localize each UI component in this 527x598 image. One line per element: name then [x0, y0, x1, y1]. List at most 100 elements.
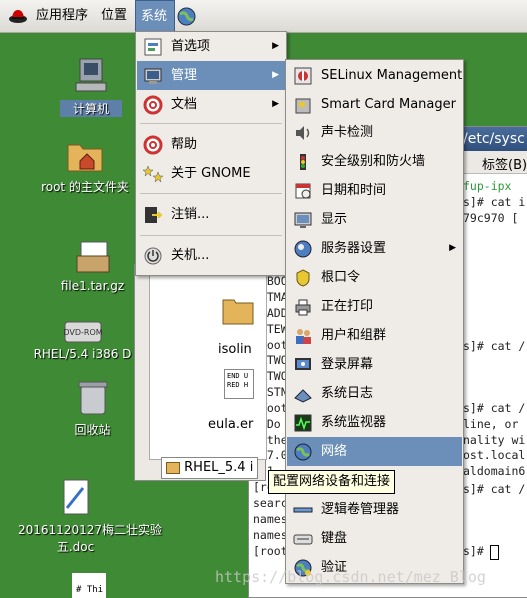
- menu-item-about-gnome[interactable]: 关于 GNOME: [137, 159, 285, 188]
- file-label[interactable]: eula.er: [208, 417, 253, 432]
- trash-icon: [78, 381, 107, 415]
- menu-item-label: 安全级别和防火墙: [321, 154, 426, 169]
- network-icon: [294, 443, 312, 461]
- menu-item-selinux[interactable]: SELinux Management: [287, 61, 462, 90]
- menu-item-display[interactable]: 显示: [287, 205, 462, 234]
- menu-item-help[interactable]: 帮助: [137, 130, 285, 159]
- firewall-icon: [300, 154, 306, 170]
- desktop-label: 20161120127梅二壮实验: [18, 523, 162, 537]
- desktop-icon-textfile[interactable]: # Thi: [72, 573, 106, 598]
- menu-item-label: 网络: [321, 444, 348, 459]
- menu-item-label: 用户和组群: [321, 328, 387, 343]
- menu-item-label: 逻辑卷管理器: [321, 502, 400, 517]
- menu-item-label: 关机...: [171, 248, 210, 263]
- desktop-icon-archive[interactable]: file1.tar.gz: [55, 238, 130, 293]
- web-browser-icon[interactable]: [177, 7, 196, 26]
- terminal-line: nality wi: [463, 433, 526, 447]
- menu-applications[interactable]: 应用程序: [31, 0, 93, 32]
- terminal-line: names: [253, 528, 288, 542]
- menu-item-system-log[interactable]: 系统日志: [287, 379, 462, 408]
- menu-item-label: 帮助: [171, 137, 198, 152]
- menu-item-lvm[interactable]: 逻辑卷管理器: [287, 495, 462, 524]
- desktop-icon-document[interactable]: 20161120127梅二壮实验 五.doc: [18, 478, 162, 555]
- system-menu: 首选项 ▶ 管理 ▶ 文档 ▶ 帮助 关于 GNOME 注销... 关机...: [135, 31, 287, 276]
- menu-separator: [140, 235, 282, 236]
- desktop-label: 五.doc: [56, 540, 95, 554]
- desktop-icon-dvd[interactable]: DVD-ROM RHEL/5.4 i386 D: [30, 320, 135, 361]
- menu-item-label: 关于 GNOME: [171, 166, 251, 181]
- menu-item-printing[interactable]: 正在打印: [287, 292, 462, 321]
- menu-item-label: 日期和时间: [321, 183, 387, 198]
- document-icon: [63, 479, 88, 515]
- desktop-label: 计算机: [60, 100, 122, 117]
- terminal-line: aldomain6: [463, 464, 526, 478]
- terminal-line: s]# cat i: [463, 195, 526, 209]
- menu-item-root-password[interactable]: 根口令: [287, 263, 462, 292]
- desktop-icon-computer[interactable]: 计算机: [60, 55, 122, 117]
- menu-item-documentation[interactable]: 文档 ▶: [137, 90, 285, 119]
- system-monitor-icon: [294, 414, 312, 432]
- eula-preview-line: RED H: [227, 381, 249, 389]
- file-manager-window[interactable]: isolin END U RED H eula.er RHEL_5.4 i: [134, 264, 267, 481]
- menu-item-preferences[interactable]: 首选项 ▶: [137, 32, 285, 61]
- terminal-line: fup-ipx: [463, 179, 512, 193]
- home-folder-icon: [67, 144, 103, 172]
- menu-item-label: 登录屏幕: [321, 357, 374, 372]
- menu-separator: [140, 193, 282, 194]
- menu-item-system-monitor[interactable]: 系统监视器: [287, 408, 462, 437]
- eula-file-icon[interactable]: END U RED H: [224, 369, 254, 399]
- desktop-icon-home[interactable]: root 的主文件夹: [30, 135, 140, 195]
- menu-places[interactable]: 位置: [96, 0, 132, 32]
- server-icon: [294, 240, 312, 258]
- submenu-arrow-icon: ▶: [272, 99, 279, 109]
- system-log-icon: [294, 389, 312, 403]
- terminal-menu-tabs[interactable]: 标签(B): [482, 154, 527, 173]
- administration-submenu: SELinux Management Smart Card Manager 声卡…: [285, 59, 464, 584]
- submenu-arrow-icon: ▶: [272, 41, 279, 51]
- submenu-arrow-icon: ▶: [272, 70, 279, 80]
- menu-item-shutdown[interactable]: 关机...: [137, 241, 285, 270]
- menu-item-firewall[interactable]: 安全级别和防火墙: [287, 147, 462, 176]
- menu-item-login-screen[interactable]: 登录屏幕: [287, 350, 462, 379]
- preferences-icon: [144, 38, 162, 56]
- menu-item-date-time[interactable]: 日期和时间: [287, 176, 462, 205]
- menu-item-smart-card[interactable]: Smart Card Manager: [287, 90, 462, 119]
- menu-item-sound-card[interactable]: 声卡检测: [287, 118, 462, 147]
- menu-item-logout[interactable]: 注销...: [137, 200, 285, 229]
- terminal-line: names: [253, 512, 288, 526]
- menu-item-administration[interactable]: 管理 ▶: [137, 61, 285, 90]
- top-panel: 应用程序 位置 系统: [0, 0, 527, 33]
- printer-icon: [295, 299, 311, 316]
- menu-item-label: 根口令: [321, 270, 361, 285]
- folder-icon[interactable]: [222, 297, 254, 325]
- folder-small-icon: [166, 461, 180, 474]
- help-docs-icon: [143, 95, 163, 115]
- menu-item-server-settings[interactable]: 服务器设置 ▶: [287, 234, 462, 263]
- menu-item-label: Smart Card Manager: [321, 97, 456, 112]
- menu-separator: [140, 123, 282, 124]
- menu-item-label: 系统监视器: [321, 415, 387, 430]
- menu-item-network[interactable]: 网络: [287, 437, 462, 466]
- desktop-label: 回收站: [74, 423, 111, 437]
- menu-item-keyboard[interactable]: 键盘: [287, 524, 462, 553]
- menu-item-label: 声卡检测: [321, 125, 374, 140]
- menu-item-label: 系统日志: [321, 386, 374, 401]
- terminal-line: s]# cat /: [463, 482, 526, 496]
- administration-icon: [144, 68, 162, 84]
- menu-system[interactable]: 系统: [135, 0, 175, 32]
- desktop-icon-trash[interactable]: 回收站: [60, 378, 125, 438]
- datetime-icon: [295, 183, 311, 199]
- dvd-icon: DVD-ROM: [63, 321, 102, 343]
- redhat-logo-icon[interactable]: [8, 7, 28, 25]
- menu-item-label: 注销...: [171, 207, 210, 222]
- terminal-line: searc: [253, 496, 288, 510]
- login-screen-icon: [295, 358, 311, 370]
- location-tab[interactable]: RHEL_5.4 i: [161, 457, 259, 479]
- menu-item-users-groups[interactable]: 用户和组群: [287, 321, 462, 350]
- terminal-line: ost.local: [463, 448, 526, 462]
- menu-item-label: 文档: [171, 97, 198, 112]
- file-label[interactable]: isolin: [218, 342, 252, 357]
- svg-text:DVD-ROM: DVD-ROM: [63, 328, 102, 337]
- lvm-icon: [293, 507, 313, 513]
- gnome-icon: [143, 165, 163, 183]
